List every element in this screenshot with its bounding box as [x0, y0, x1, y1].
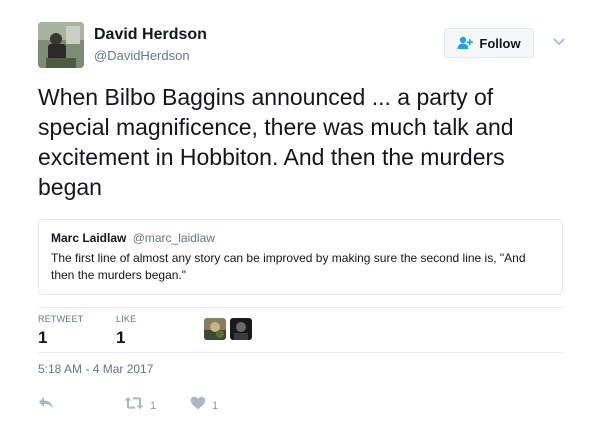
retweet-icon — [124, 396, 144, 415]
like-stat-label: LIKE — [116, 314, 137, 324]
reply-button[interactable] — [38, 396, 54, 415]
like-button[interactable]: 1 — [190, 396, 218, 415]
quoted-tweet-text: The first line of almost any story can b… — [51, 251, 526, 282]
chevron-down-icon[interactable] — [552, 34, 566, 52]
add-user-icon — [457, 36, 474, 50]
divider — [38, 307, 563, 308]
like-stat[interactable]: LIKE 1 — [116, 314, 136, 348]
quoted-display-name: Marc Laidlaw — [51, 231, 127, 245]
retweet-button[interactable]: 1 — [124, 396, 156, 415]
retweet-stat-count: 1 — [38, 328, 48, 347]
like-action-count: 1 — [212, 399, 219, 412]
author-display-name[interactable]: David Herdson — [94, 26, 207, 44]
retweet-stat[interactable]: RETWEET 1 — [38, 314, 83, 348]
quoted-screen-name: @marc_laidlaw — [132, 231, 215, 245]
heart-icon — [190, 396, 206, 415]
tweet-timestamp[interactable]: 5:18 AM - 4 Mar 2017 — [38, 362, 153, 376]
author-avatar[interactable] — [38, 22, 84, 68]
quoted-tweet-header: Marc Laidlaw @marc_laidlaw — [51, 230, 550, 246]
tweet-text: When Bilbo Baggins announced ... a party… — [38, 84, 514, 200]
follow-button[interactable]: Follow — [444, 28, 534, 58]
liker-avatar[interactable] — [204, 318, 226, 340]
author-screen-name[interactable]: @DavidHerdson — [94, 48, 190, 63]
quoted-tweet[interactable]: Marc Laidlaw @marc_laidlaw The first lin… — [38, 219, 563, 295]
liker-avatar[interactable] — [230, 318, 252, 340]
follow-button-label: Follow — [479, 35, 521, 51]
retweet-stat-label: RETWEET — [38, 314, 84, 324]
divider — [38, 352, 563, 353]
retweet-action-count: 1 — [150, 399, 157, 412]
like-stat-count: 1 — [116, 328, 126, 347]
reply-icon — [38, 396, 54, 415]
